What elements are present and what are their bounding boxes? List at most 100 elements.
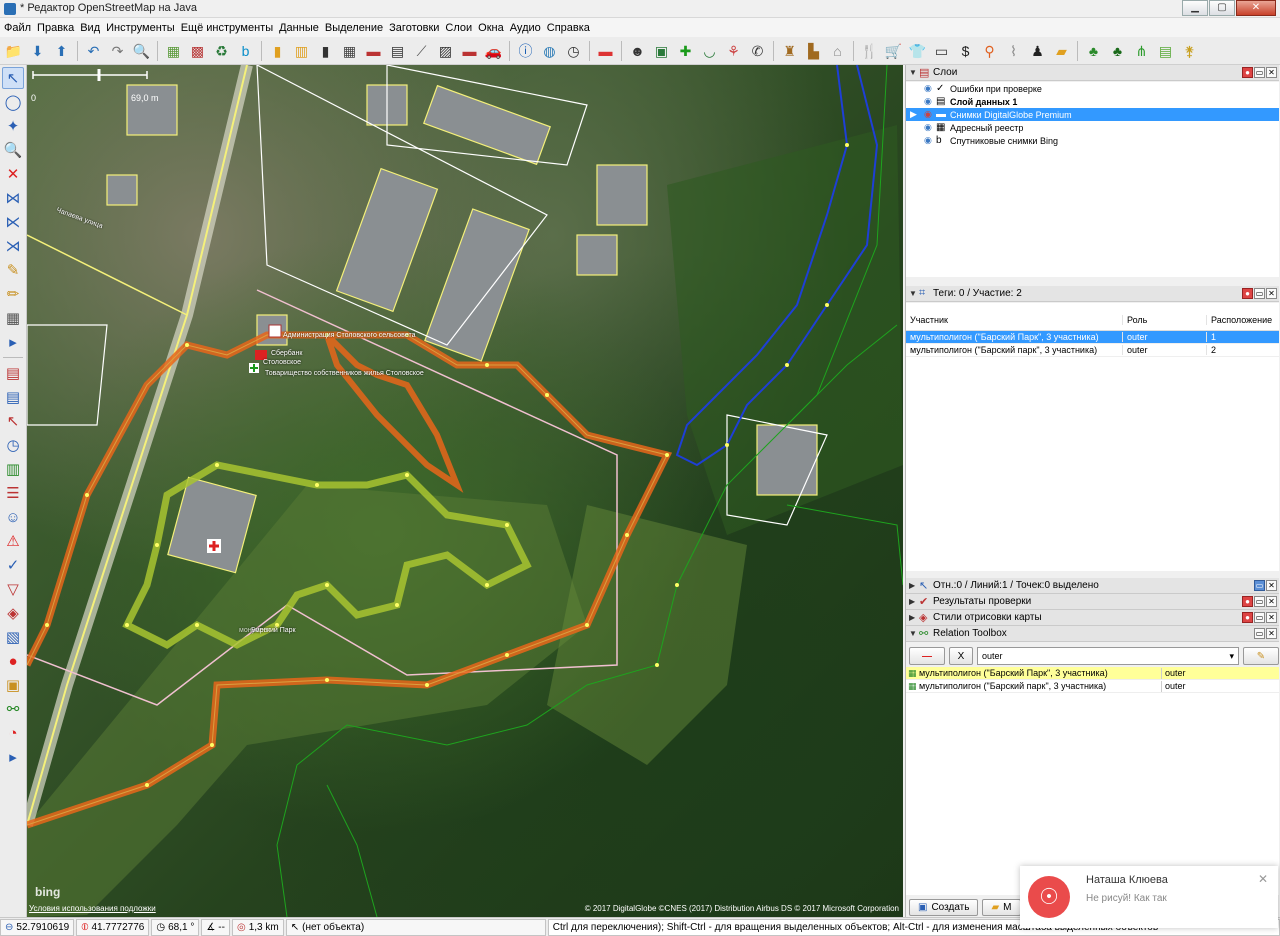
dollar-icon[interactable]: $: [955, 40, 976, 61]
relation-icon[interactable]: ⚯: [2, 698, 24, 720]
list-item[interactable]: ▦ мультиполигон ("Барский парк", 3 участ…: [906, 680, 1279, 693]
close-panel-icon[interactable]: ✕: [1266, 580, 1277, 591]
close-panel-icon[interactable]: ✕: [1266, 628, 1277, 639]
notification-toast[interactable]: ☉ Наташа Клюева Не рисуй! Как так ✕: [1020, 866, 1278, 928]
role-select[interactable]: outer ▾: [977, 647, 1239, 665]
flag-icon[interactable]: ▬: [595, 40, 616, 61]
paint-icon[interactable]: ▧: [2, 626, 24, 648]
download-icon[interactable]: ⬇: [27, 40, 48, 61]
list-icon[interactable]: ☰: [2, 482, 24, 504]
collapse-arrow-icon[interactable]: ▼: [909, 629, 919, 638]
layer-item[interactable]: ▶ ◉ ▬ Снимки DigitalGlobe Premium: [906, 108, 1279, 121]
cursor-panel-icon[interactable]: ↖: [2, 410, 24, 432]
more-icon[interactable]: ▸: [2, 331, 24, 353]
recycle-icon[interactable]: ♻: [211, 40, 232, 61]
layer-item[interactable]: ◉ ▦ Адресный реестр: [906, 121, 1279, 134]
select-panel-icon[interactable]: ▤: [2, 386, 24, 408]
bowl-icon[interactable]: ◡: [699, 40, 720, 61]
shirt-icon[interactable]: 👕: [907, 40, 928, 61]
marker-icon[interactable]: ●: [2, 650, 24, 672]
close-panel-icon[interactable]: ✕: [1266, 288, 1277, 299]
menu-item-5[interactable]: Данные: [278, 22, 324, 34]
layer-item[interactable]: ◉ ▤ Слой данных 1: [906, 95, 1279, 108]
close-panel-icon[interactable]: ✕: [1266, 612, 1277, 623]
relation-toolbox-header[interactable]: ▼ ⚯ Relation Toolbox ▭ ✕: [906, 626, 1279, 642]
visibility-icon[interactable]: ◉: [924, 122, 936, 133]
zoom-tool-icon[interactable]: 🔍: [2, 139, 24, 161]
menu-item-3[interactable]: Инструменты: [105, 22, 180, 34]
expand-arrow-icon[interactable]: ▶: [909, 597, 919, 606]
close-button[interactable]: ✕: [1236, 0, 1276, 16]
menu-item-9[interactable]: Окна: [477, 22, 509, 34]
grass-icon[interactable]: ⋔: [1131, 40, 1152, 61]
create-button[interactable]: ▣ Создать: [909, 898, 979, 916]
draw-node-icon[interactable]: ✦: [2, 115, 24, 137]
bag-icon[interactable]: ▰: [1051, 40, 1072, 61]
delete-icon[interactable]: ✕: [2, 163, 24, 185]
detach-icon[interactable]: ▭: [1254, 580, 1265, 591]
menu-item-10[interactable]: Аудио: [509, 22, 546, 34]
minimize-button[interactable]: ▁: [1182, 0, 1208, 16]
menu-item-2[interactable]: Вид: [79, 22, 105, 34]
layer-item[interactable]: ◉ b Спутниковые снимки Bing: [906, 134, 1279, 147]
tv-icon[interactable]: ▭: [931, 40, 952, 61]
menu-item-1[interactable]: Правка: [36, 22, 79, 34]
table-row[interactable]: мультиполигон ("Барский парк", 3 участни…: [906, 344, 1279, 357]
field-icon[interactable]: ▤: [1155, 40, 1176, 61]
map-style-icon[interactable]: ◈: [2, 602, 24, 624]
wall-icon[interactable]: ▬: [363, 40, 384, 61]
map-view[interactable]: 0 69,0 m Чапаева улица Администрация Сто…: [27, 65, 903, 917]
hide-icon[interactable]: ●: [1242, 596, 1253, 607]
fork-knife-icon[interactable]: 🍴: [859, 40, 880, 61]
forest-icon[interactable]: ♣: [1107, 40, 1128, 61]
user-icon[interactable]: ☺: [2, 506, 24, 528]
expand-arrow-icon[interactable]: ▶: [909, 581, 919, 590]
detach-icon[interactable]: ▭: [1254, 628, 1265, 639]
factory-icon[interactable]: ▙: [803, 40, 824, 61]
mask-icon[interactable]: ☻: [627, 40, 648, 61]
close-panel-icon[interactable]: ✕: [1266, 67, 1277, 78]
menu-item-4[interactable]: Ещё инструменты: [180, 22, 278, 34]
menu-item-11[interactable]: Справка: [546, 22, 595, 34]
imagery-icon[interactable]: ▩: [187, 40, 208, 61]
visibility-icon[interactable]: ◉: [924, 109, 936, 120]
validation-panel-header[interactable]: ▶ ✔ Результаты проверки ● ▭ ✕: [906, 594, 1279, 610]
collapse-arrow-icon[interactable]: ▼: [909, 289, 919, 298]
check-icon[interactable]: ✓: [2, 554, 24, 576]
layers-panel-icon[interactable]: ▤: [2, 362, 24, 384]
history-icon[interactable]: ◷: [2, 434, 24, 456]
column-role[interactable]: Роль: [1122, 314, 1206, 325]
wheat-icon[interactable]: ⚵: [1179, 40, 1200, 61]
menu-item-6[interactable]: Выделение: [324, 22, 388, 34]
collapse-arrow-icon[interactable]: ▼: [909, 68, 919, 77]
hatch-icon[interactable]: ▨: [435, 40, 456, 61]
layer-icon[interactable]: ▦: [163, 40, 184, 61]
detach-icon[interactable]: ▭: [1254, 288, 1265, 299]
visibility-icon[interactable]: ◉: [924, 96, 936, 107]
layers-panel-header[interactable]: ▼ ▤ Слои ● ▭ ✕: [906, 65, 1279, 81]
draw-icon[interactable]: ✎: [2, 259, 24, 281]
house-icon[interactable]: ⌂: [827, 40, 848, 61]
pencil-icon[interactable]: ✏: [2, 283, 24, 305]
visibility-icon[interactable]: ◉: [924, 83, 936, 94]
crossing-icon[interactable]: ▮: [315, 40, 336, 61]
close-icon[interactable]: ✕: [1258, 872, 1268, 886]
speed-icon[interactable]: ◔: [2, 722, 24, 744]
select-arrow-icon[interactable]: ↖: [2, 67, 24, 89]
split-icon[interactable]: ⋈: [2, 187, 24, 209]
railway-icon[interactable]: ⟋: [411, 40, 432, 61]
menu-item-8[interactable]: Слои: [444, 22, 477, 34]
globe-icon[interactable]: ◍: [539, 40, 560, 61]
hide-icon[interactable]: ●: [1242, 67, 1253, 78]
plus-icon[interactable]: ✚: [675, 40, 696, 61]
bridge-icon[interactable]: ▤: [387, 40, 408, 61]
menu-item-0[interactable]: Файл: [3, 22, 36, 34]
castle-icon[interactable]: ♜: [779, 40, 800, 61]
paperclip-icon[interactable]: ⌇: [1003, 40, 1024, 61]
menu-item-7[interactable]: Заготовки: [388, 22, 444, 34]
hide-icon[interactable]: ●: [1242, 612, 1253, 623]
folder-icon[interactable]: 📁: [3, 40, 24, 61]
styles-panel-header[interactable]: ▶ ◈ Стили отрисовки карты ● ▭ ✕: [906, 610, 1279, 626]
layer-item[interactable]: ◉ ✓ Ошибки при проверке: [906, 82, 1279, 95]
clock-icon[interactable]: ◷: [563, 40, 584, 61]
